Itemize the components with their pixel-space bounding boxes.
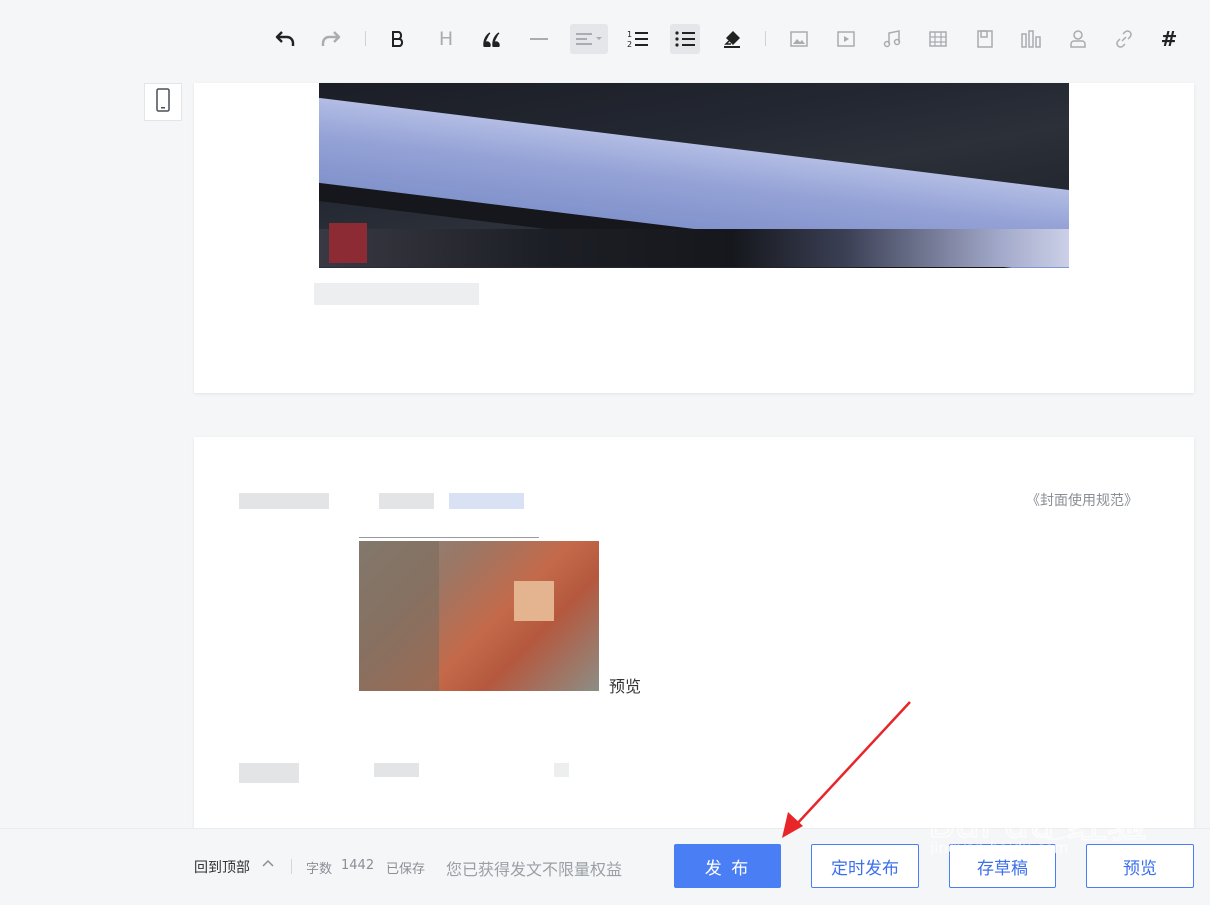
undo-icon[interactable] [270,24,300,54]
field-value-blurred [374,763,419,777]
chevron-up-icon[interactable] [262,857,274,872]
cover-option-blurred[interactable] [449,493,524,509]
field-value-blurred [554,763,569,777]
cover-preview-label[interactable]: 预览 [609,673,641,697]
align-dropdown-icon[interactable] [570,24,608,54]
hashtag-icon[interactable]: # [1154,24,1184,54]
watermark-domain: jingyan.baidu.com [929,839,1068,855]
word-count-label: 字数 [306,862,333,877]
toolbar-divider [765,31,766,46]
cover-rules-link[interactable]: 《封面使用规范》 [1026,490,1138,510]
mobile-phone-icon [156,88,170,116]
baidu-jingyan-watermark: Bai du 经验 jingyan.baidu.com [927,775,1168,857]
bar-divider [291,859,292,874]
svg-text:2: 2 [627,40,632,49]
article-image[interactable] [319,83,1069,268]
publish-button[interactable]: 发 布 [674,844,781,888]
chart-icon[interactable] [1016,24,1046,54]
horizontal-rule-icon[interactable] [524,24,554,54]
heading-icon[interactable]: H [431,24,461,54]
card-icon[interactable] [970,24,1000,54]
cover-image[interactable] [359,541,599,691]
cover-divider [359,537,539,538]
image-icon[interactable] [784,24,814,54]
table-icon[interactable] [923,24,953,54]
bold-icon[interactable] [383,24,413,54]
image-caption-blurred [314,283,479,305]
cover-option-blurred[interactable] [379,493,434,509]
ordered-list-icon[interactable]: 12 [623,24,653,54]
toolbar-divider [365,31,366,46]
editor-toolbar: H 12 # [0,0,1210,78]
svg-text:1: 1 [627,30,632,39]
word-count-value: 1442 [341,858,375,873]
back-to-top-link[interactable]: 回到顶部 [194,857,250,877]
eraser-icon[interactable] [717,24,747,54]
redo-icon[interactable] [316,24,346,54]
article-content-card [194,83,1194,393]
field-label-blurred [239,763,299,783]
user-icon[interactable] [1063,24,1093,54]
cover-label-blurred [239,493,329,509]
benefit-notice: 您已获得发文不限量权益 [446,860,623,879]
save-status: 已保存 [386,862,426,877]
audio-icon[interactable] [877,24,907,54]
video-icon[interactable] [831,24,861,54]
link-icon[interactable] [1109,24,1139,54]
unordered-list-icon[interactable] [670,24,700,54]
mobile-preview-toggle[interactable] [144,83,182,121]
schedule-publish-button[interactable]: 定时发布 [811,844,919,888]
quote-icon[interactable] [477,24,507,54]
